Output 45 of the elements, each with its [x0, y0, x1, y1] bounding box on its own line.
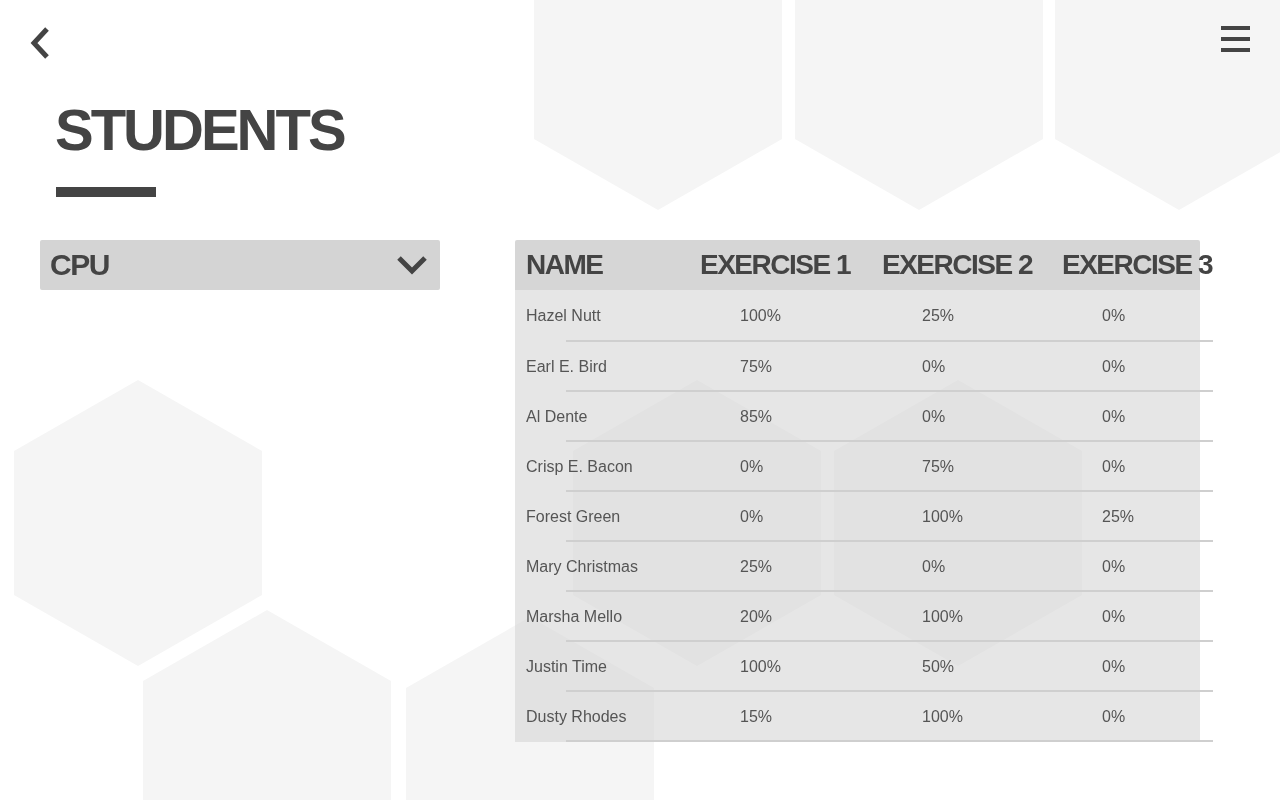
table-cell-text: 100%: [922, 608, 964, 626]
table-cell-text: 0%: [1102, 708, 1127, 726]
table-cell-text: 0%: [1102, 658, 1127, 676]
table-cell-text: 0%: [1102, 408, 1127, 426]
table-cell-text: 0%: [1102, 358, 1127, 376]
back-icon[interactable]: [28, 26, 52, 60]
table-cell-text: 15%: [740, 708, 774, 726]
table-cell-text: 0%: [740, 508, 765, 526]
table-cell-text: Forest Green: [526, 508, 622, 526]
table-cell-text: 25%: [1102, 508, 1136, 526]
table-cell-text: Hazel Nutt: [526, 307, 602, 325]
table-cell-text: 100%: [740, 658, 782, 676]
table-cell-text: Justin Time: [526, 658, 608, 676]
table-cell-text: 0%: [740, 458, 765, 476]
chevron-down-icon: [396, 255, 428, 275]
table-cell-text: 100%: [922, 708, 964, 726]
table-cell-text: 100%: [922, 508, 964, 526]
table-cell-text: 50%: [922, 658, 956, 676]
table-cell-text: 0%: [922, 358, 947, 376]
table-cell-text: Earl E. Bird: [526, 358, 608, 376]
page-title: STUDENTS: [55, 98, 344, 162]
table-cell-text: 75%: [740, 358, 774, 376]
column-header: EXERCISE 1: [700, 249, 850, 281]
column-header: NAME: [526, 249, 603, 281]
table-cell-text: 25%: [922, 307, 956, 325]
table-cell-text: 0%: [1102, 307, 1127, 325]
table-cell-text: Mary Christmas: [526, 558, 639, 576]
table-cell-text: Crisp E. Bacon: [526, 458, 634, 476]
table-cell-text: 100%: [740, 307, 782, 325]
column-header: EXERCISE 3: [1062, 249, 1212, 281]
table-cell-text: 85%: [740, 408, 774, 426]
table-cell-text: Dusty Rhodes: [526, 708, 628, 726]
column-header: EXERCISE 2: [882, 249, 1032, 281]
table-cell-text: 0%: [922, 558, 947, 576]
menu-icon[interactable]: [1221, 26, 1250, 52]
table-cell-text: 0%: [1102, 558, 1127, 576]
table-cell-text: Al Dente: [526, 408, 589, 426]
table-cell-text: 0%: [1102, 458, 1127, 476]
table-cell-text: 25%: [740, 558, 774, 576]
filter-dropdown[interactable]: CPU: [40, 240, 440, 290]
table-cell-text: 0%: [922, 408, 947, 426]
table-cell-text: 75%: [922, 458, 956, 476]
table-cell-text: Marsha Mello: [526, 608, 624, 626]
table-cell-text: 20%: [740, 608, 774, 626]
table-cell-text: 0%: [1102, 608, 1127, 626]
